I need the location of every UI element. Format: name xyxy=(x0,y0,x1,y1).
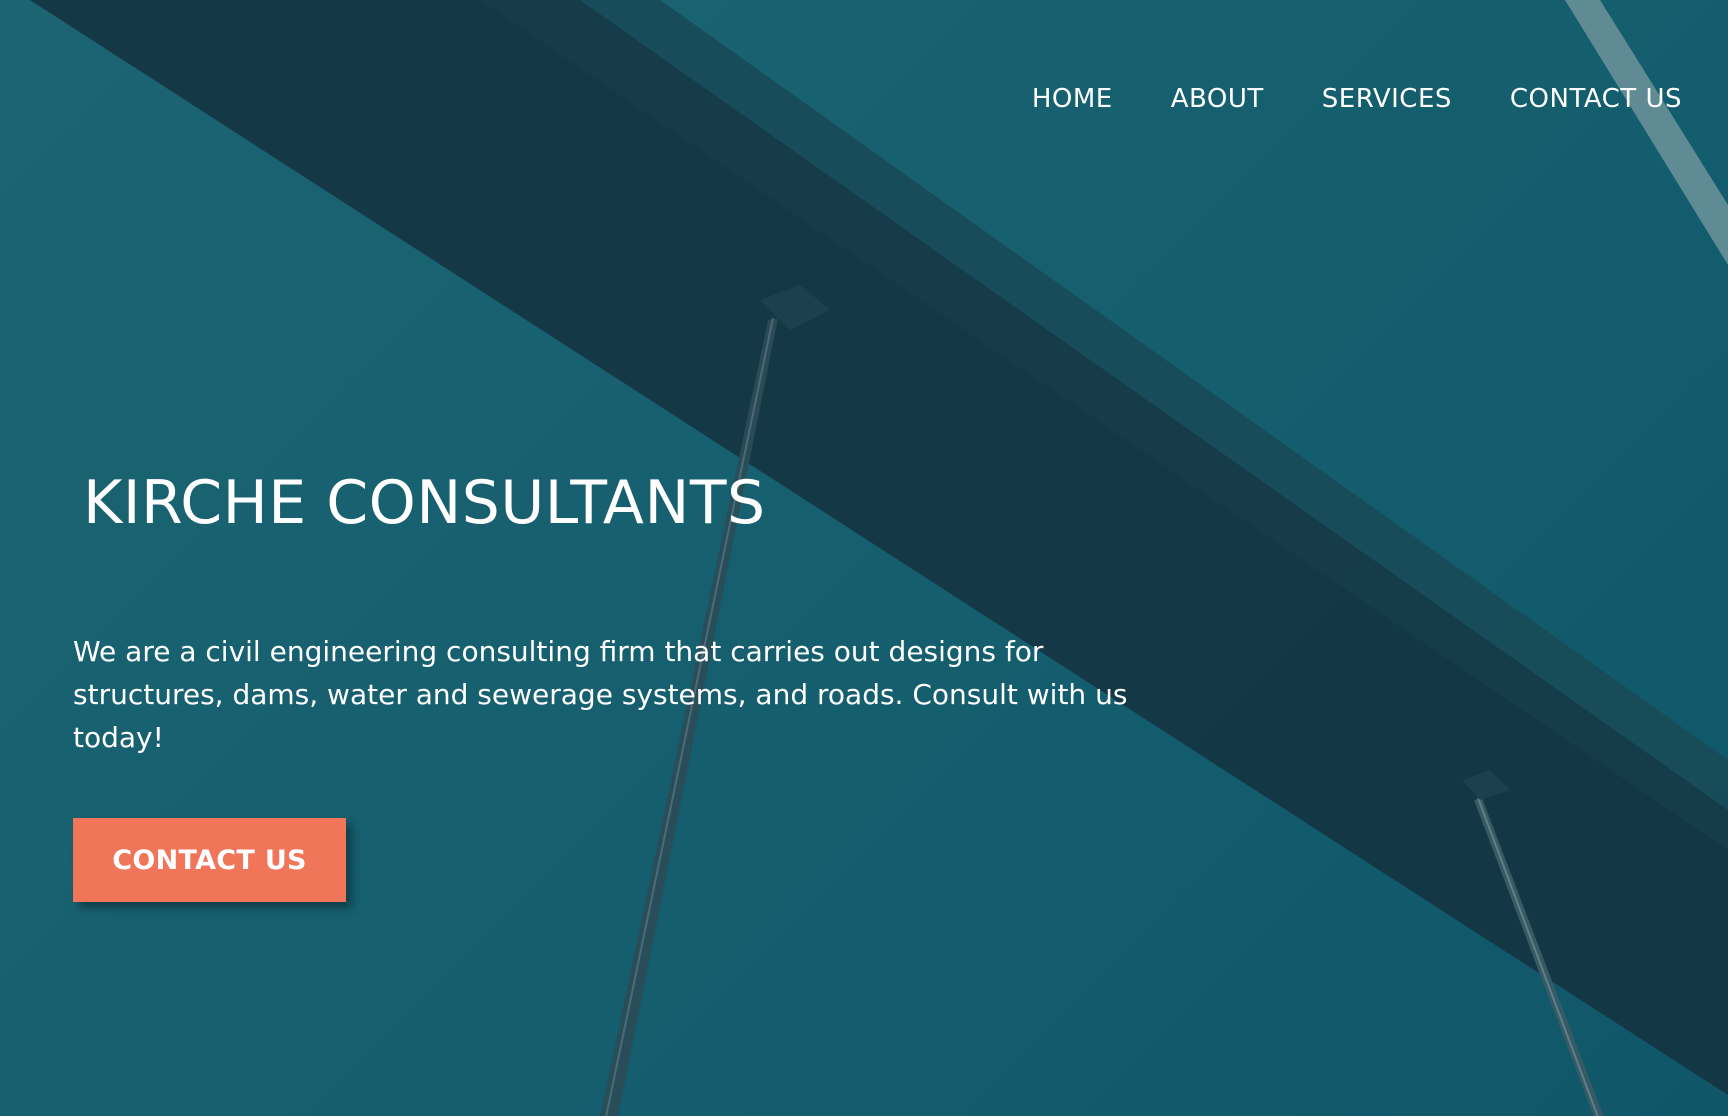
hero-title: KIRCHE CONSULTANTS xyxy=(83,468,766,538)
hero-tagline: We are a civil engineering consulting fi… xyxy=(73,635,1128,754)
hero-section: HOME ABOUT SERVICES CONTACT US KIRCHE CO… xyxy=(0,0,1728,1117)
nav-about-link[interactable]: ABOUT xyxy=(1171,84,1264,114)
nav-services-link[interactable]: SERVICES xyxy=(1322,84,1452,114)
contact-us-button[interactable]: CONTACT US xyxy=(73,818,346,902)
nav-home-link[interactable]: HOME xyxy=(1032,84,1113,114)
nav-contact-us-link[interactable]: CONTACT US xyxy=(1510,84,1682,114)
main-nav: HOME ABOUT SERVICES CONTACT US xyxy=(1032,84,1682,114)
bridge-beam-background-image xyxy=(30,0,1728,1117)
